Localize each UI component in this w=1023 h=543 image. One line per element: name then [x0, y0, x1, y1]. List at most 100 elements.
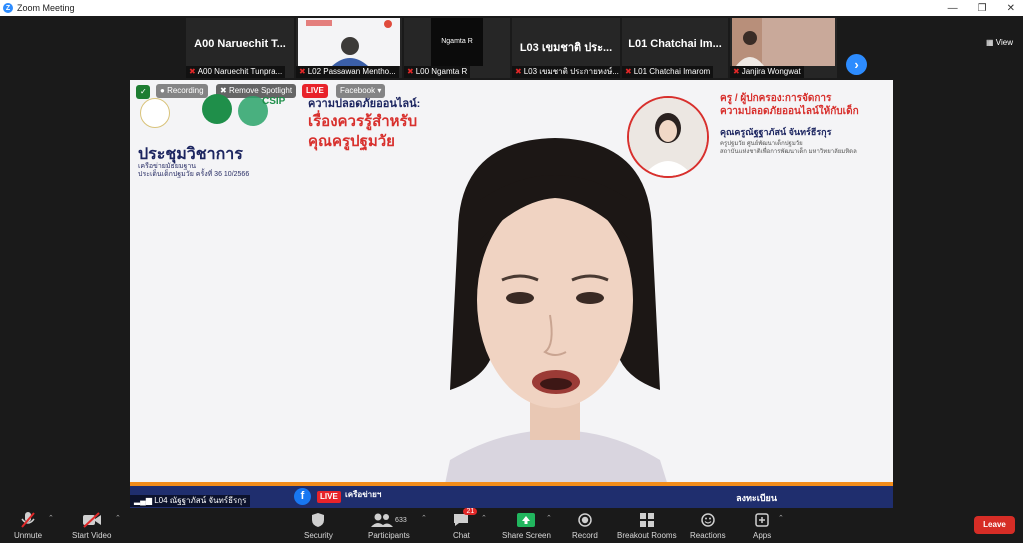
participant-caption: ✖ A00 Naruechit Tunpra... — [186, 66, 286, 78]
participant-caption-text: L03 เขมชาติ ประกายหงษ์... — [523, 67, 619, 76]
security-shield-icon: ✓ — [136, 85, 150, 99]
window-title: Zoom Meeting — [17, 3, 75, 13]
start-video-label: Start Video — [72, 531, 112, 540]
breakout-rooms-label: Breakout Rooms — [617, 531, 677, 540]
speaker-video-stage: ✓ ● Recording ✖ Remove Spotlight LIVE Fa… — [130, 80, 893, 508]
facebook-icon: f — [294, 488, 311, 505]
speaker-name: คุณครูณัฐฐาภัสน์ จันทร์ธีรกุร — [720, 127, 832, 137]
meeting-toolbar: Unmute ⌃ Start Video ⌃ Security 633 Part… — [0, 508, 1023, 543]
share-screen-button[interactable]: Share Screen — [502, 510, 551, 543]
participant-caption-text: A00 Naruechit Tunpra... — [197, 67, 283, 76]
video-off-icon — [82, 510, 102, 530]
csip-label: CSIP — [262, 96, 286, 107]
mic-muted-icon: ✖ — [299, 67, 306, 76]
chevron-right-icon: › — [854, 57, 859, 72]
participant-tile[interactable]: ✖ Janjira Wongwat — [730, 18, 837, 78]
restore-icon[interactable]: ❐ — [978, 3, 987, 14]
grid-view-icon: ▦ — [986, 38, 994, 47]
participant-tile[interactable]: ✖ L02 Passawan Mentho... — [296, 18, 402, 78]
participants-button[interactable]: 633 Participants — [368, 510, 410, 543]
apps-label: Apps — [753, 531, 772, 540]
apps-options-caret[interactable]: ⌃ — [778, 514, 784, 522]
active-speaker-name-tag: ▂▄▆ L04 ณัฐฐาภัสน์ จันทร์ธีรกุร — [130, 495, 251, 507]
shield-icon — [311, 510, 325, 530]
remove-spotlight-label: Remove Spotlight — [228, 86, 293, 95]
participants-icon: 633 — [371, 510, 407, 530]
event-session: ประเด็นเด็กปฐมวัย ครั้งที่ 36 10/2566 — [138, 171, 250, 178]
recording-indicator[interactable]: ● Recording — [156, 84, 208, 98]
footer-text: เครือข่ายฯ — [345, 490, 382, 499]
title-bar: Z Zoom Meeting — ❐ ✕ — [0, 0, 1023, 16]
footer-live-badge: LIVE — [317, 491, 341, 503]
mic-muted-icon: ✖ — [625, 67, 632, 76]
footer-accent — [130, 482, 893, 486]
speaker-affiliation: สถาบันแห่งชาติเพื่อการพัฒนาเด็ก มหาวิทยา… — [720, 149, 857, 155]
participant-tile[interactable]: L03 เขมชาติ ประ... ✖ L03 เขมชาติ ประกายหง… — [512, 18, 620, 78]
reactions-button[interactable]: Reactions — [690, 510, 726, 543]
participant-video: Ngamta R — [431, 18, 483, 66]
record-button[interactable]: Record — [572, 510, 598, 543]
participant-tile[interactable]: L01 Chatchai Im... ✖ L01 Chatchai Imarom — [622, 18, 728, 78]
share-screen-label: Share Screen — [502, 531, 551, 540]
leave-button[interactable]: Leave — [974, 516, 1015, 534]
gallery-next-button[interactable]: › — [846, 54, 867, 75]
smiley-icon — [701, 510, 715, 530]
speaker-role-line: ครู / ผู้ปกครอง:การจัดการ — [720, 93, 832, 104]
start-video-button[interactable]: Start Video — [72, 510, 111, 543]
record-icon — [578, 510, 592, 530]
participant-caption-text: L02 Passawan Mentho... — [307, 67, 396, 76]
signal-bars-icon: ▂▄▆ — [134, 496, 152, 505]
security-button[interactable]: Security — [304, 510, 333, 543]
participant-video — [298, 18, 400, 66]
participant-caption-text: Janjira Wongwat — [741, 67, 801, 76]
chat-label: Chat — [453, 531, 470, 540]
participant-caption-text: L01 Chatchai Imarom — [633, 67, 711, 76]
mic-muted-icon: ✖ — [515, 67, 522, 76]
banner-topic: ความปลอดภัยออนไลน์: — [308, 98, 421, 110]
participants-count: 633 — [395, 516, 407, 524]
participant-tile[interactable]: Ngamta R ✖ L00 Ngamta R — [404, 18, 510, 78]
window-controls: — ❐ ✕ — [948, 0, 1015, 16]
close-icon[interactable]: ✕ — [1007, 3, 1015, 14]
view-label: View — [995, 38, 1013, 47]
participant-name-large: L03 เขมชาติ ประ... — [519, 42, 613, 54]
reactions-label: Reactions — [690, 531, 726, 540]
banner-main-line: เรื่องควรรู้สำหรับ — [308, 113, 418, 130]
participants-options-caret[interactable]: ⌃ — [421, 514, 427, 522]
breakout-rooms-button[interactable]: Breakout Rooms — [617, 510, 677, 543]
video-options-caret[interactable]: ⌃ — [115, 514, 121, 522]
mic-muted-icon: ✖ — [407, 67, 414, 76]
view-button[interactable]: ▦ View — [986, 38, 1013, 47]
participant-gallery-strip: A00 Naruechit T... ✖ A00 Naruechit Tunpra… — [0, 16, 1023, 80]
footer-register-text: ลงทะเบียน — [736, 493, 777, 503]
participants-label: Participants — [368, 531, 410, 540]
share-screen-icon — [517, 510, 536, 530]
mic-muted-icon — [20, 510, 36, 530]
apps-icon — [755, 510, 769, 530]
share-options-caret[interactable]: ⌃ — [546, 514, 552, 522]
chat-unread-badge: 21 — [463, 508, 478, 515]
participant-caption: ✖ L03 เขมชาติ ประกายหงษ์... — [512, 66, 620, 78]
chat-button[interactable]: 21 Chat — [453, 508, 478, 543]
chat-options-caret[interactable]: ⌃ — [481, 514, 487, 522]
mic-muted-icon: ✖ — [733, 67, 740, 76]
security-label: Security — [304, 531, 333, 540]
participant-name-large: A00 Naruechit T... — [194, 38, 286, 50]
audio-options-caret[interactable]: ⌃ — [48, 514, 54, 522]
participant-caption-text: L00 Ngamta R — [415, 67, 468, 76]
chat-icon: 21 — [453, 508, 478, 530]
seal-logo — [202, 94, 232, 124]
minimize-icon[interactable]: — — [948, 3, 958, 14]
active-speaker-name: L04 ณัฐฐาภัสน์ จันทร์ธีรกุร — [154, 496, 247, 505]
zoom-logo-icon: Z — [3, 3, 13, 13]
record-label: Record — [572, 531, 598, 540]
speaker-role-line: ความปลอดภัยออนไลน์ให้กับเด็ก — [720, 106, 859, 117]
presenter-video — [380, 130, 730, 508]
participant-caption: ✖ L00 Ngamta R — [404, 66, 471, 78]
breakout-rooms-icon — [639, 510, 654, 530]
participant-caption: ✖ L02 Passawan Mentho... — [296, 66, 399, 78]
unmute-button[interactable]: Unmute — [14, 510, 42, 543]
apps-button[interactable]: Apps — [753, 510, 771, 543]
university-logo — [140, 98, 170, 128]
participant-tile[interactable]: A00 Naruechit T... ✖ A00 Naruechit Tunpra… — [186, 18, 294, 78]
